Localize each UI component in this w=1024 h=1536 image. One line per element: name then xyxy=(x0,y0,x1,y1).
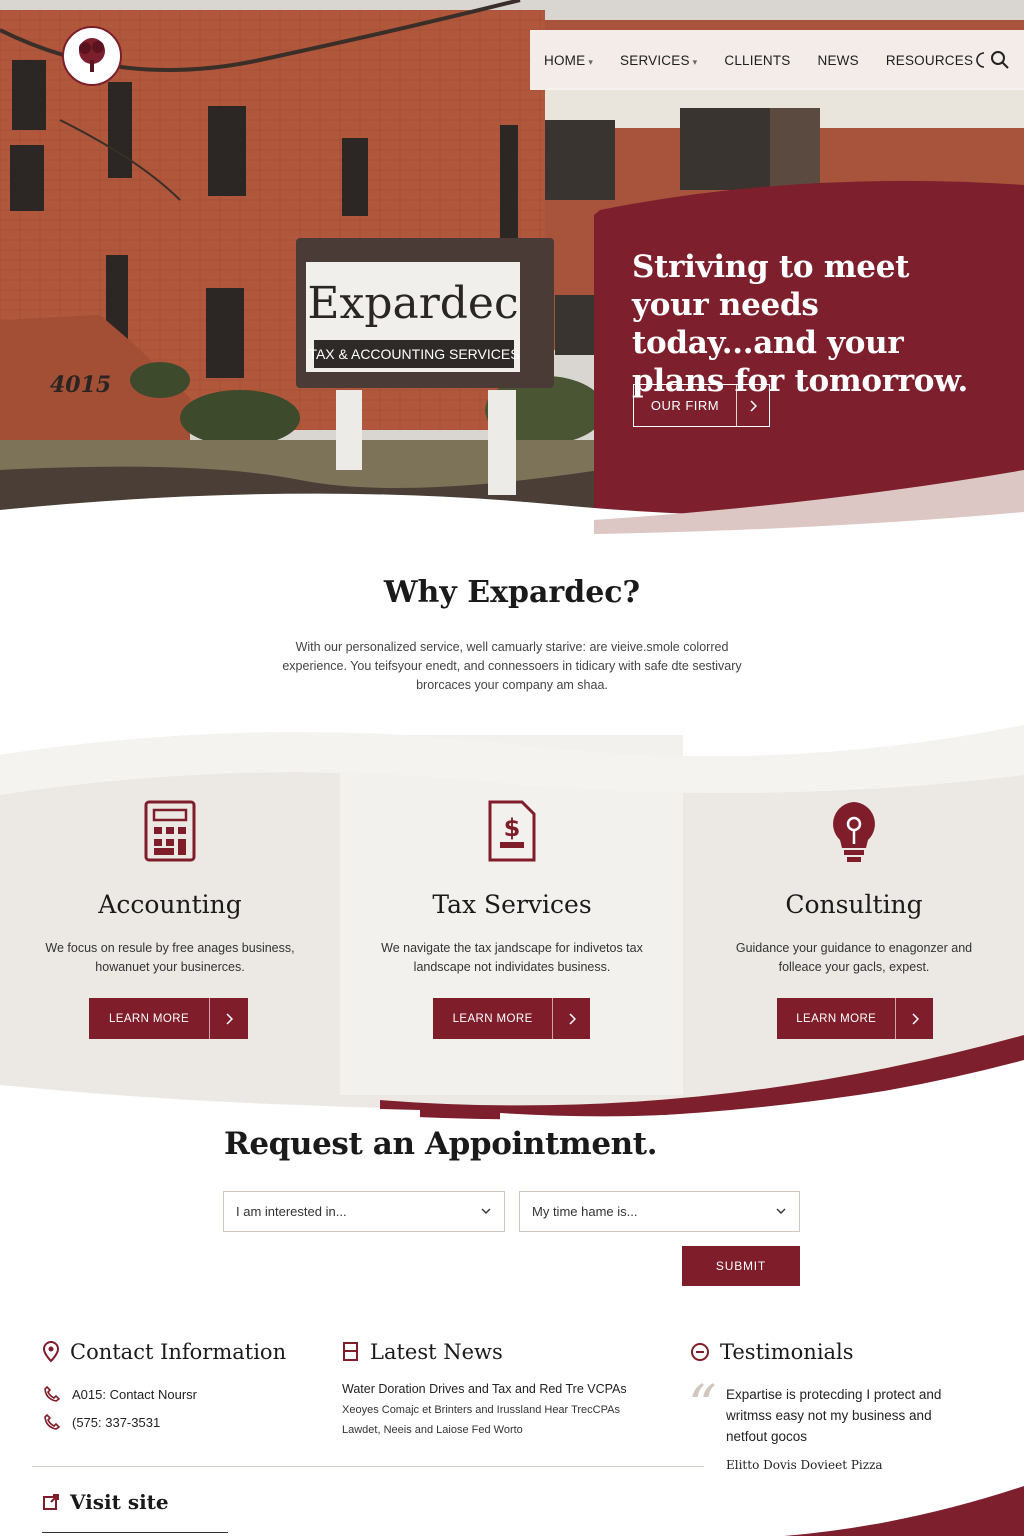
moon-icon[interactable] xyxy=(974,51,986,69)
location-pin-icon xyxy=(42,1341,60,1363)
learn-more-label: LEARN MORE xyxy=(108,1012,190,1025)
news-item[interactable]: Xeoyes Comajc et Brinters and Irussland … xyxy=(342,1404,620,1416)
learn-more-consulting-button[interactable]: LEARN MORE xyxy=(777,998,933,1039)
service-title: Accounting xyxy=(98,890,242,919)
firm-logo[interactable] xyxy=(62,26,122,86)
corner-wave xyxy=(784,1486,1024,1536)
service-description: We focus on resule by free anages busine… xyxy=(45,941,295,974)
calculator-icon xyxy=(144,800,196,862)
interest-select[interactable]: I am interested in... xyxy=(223,1191,505,1232)
news-title: Latest News xyxy=(370,1340,503,1364)
news-item[interactable]: Water Doration Drives and Tax and Red Tr… xyxy=(342,1382,627,1396)
why-title: Why Expardec? xyxy=(383,575,641,610)
external-link-icon xyxy=(42,1493,60,1511)
testimonial-quote: Expartise is protecding I protect and wr… xyxy=(726,1387,942,1444)
appointment-title: Request an Appointment. xyxy=(224,1126,658,1162)
service-title: Consulting xyxy=(785,890,923,919)
visit-underline xyxy=(42,1532,228,1533)
nav-services[interactable]: SERVICES ▾ xyxy=(620,53,697,68)
testimonial-icon xyxy=(690,1342,710,1362)
our-firm-label: OUR FIRM xyxy=(650,398,720,413)
nav-clients[interactable]: CLLIENTS xyxy=(724,53,790,68)
service-description: We navigate the tax jandscape for indive… xyxy=(381,941,643,974)
learn-more-accounting-button[interactable]: LEARN MORE xyxy=(89,998,248,1039)
service-description: Guidance your guidance to enagonzer and … xyxy=(735,941,973,974)
time-select[interactable]: My time hame is... xyxy=(519,1191,800,1232)
our-firm-button[interactable]: OUR FIRM xyxy=(633,384,770,427)
phone-icon xyxy=(44,1414,72,1430)
learn-more-label: LEARN MORE xyxy=(796,1012,877,1025)
testimonials-heading: Testimonials xyxy=(690,1340,854,1364)
tree-icon xyxy=(79,38,105,72)
learn-more-label: LEARN MORE xyxy=(452,1012,533,1025)
hero-headline: Striving to meet your needs today...and … xyxy=(632,249,968,399)
chevron-right-icon xyxy=(209,998,247,1039)
lightbulb-icon xyxy=(833,802,875,862)
sign-subtitle: TAX & ACCOUNTING SERVICES xyxy=(308,346,519,362)
contact-heading: Contact Information xyxy=(42,1340,286,1364)
tax-document-icon: $ xyxy=(488,800,536,862)
address-number: 4015 xyxy=(50,372,111,398)
testimonial-author: Elitto Dovis Dovieet Pizza xyxy=(726,1458,883,1472)
chevron-right-icon xyxy=(736,385,769,426)
service-card-accounting: Accounting We focus on resule by free an… xyxy=(0,800,340,977)
nav-resources[interactable]: RESOURCES xyxy=(886,53,973,68)
nav-news[interactable]: NEWS xyxy=(818,53,859,68)
nav-home[interactable]: HOME ▾ xyxy=(544,53,593,68)
news-heading: Latest News xyxy=(342,1340,503,1364)
contact-phone-row: (575: 337-3531 xyxy=(44,1414,160,1430)
why-description: With our personalized service, well camu… xyxy=(282,640,742,692)
news-item[interactable]: Lawdet, Neeis and Laiose Fed Worto xyxy=(342,1424,523,1436)
service-card-consulting: Consulting Guidance your guidance to ena… xyxy=(684,800,1024,977)
visit-site-label: Visit site xyxy=(70,1490,169,1514)
contact-address-row: A015: Contact Noursr xyxy=(44,1386,197,1402)
main-nav: HOME ▾ SERVICES ▾ CLLIENTS NEWS RESOURCES xyxy=(530,30,1024,90)
service-title: Tax Services xyxy=(432,890,592,919)
submit-button[interactable]: SUBMIT xyxy=(682,1246,800,1286)
contact-title: Contact Information xyxy=(70,1340,287,1364)
news-icon xyxy=(342,1342,360,1362)
contact-address: A015: Contact Noursr xyxy=(72,1386,198,1402)
hero-section: 4015 Expardec TAX & ACCOUNTING SERVICES xyxy=(0,0,1024,540)
footer-divider xyxy=(32,1466,704,1467)
contact-phone[interactable]: (575: 337-3531 xyxy=(72,1415,160,1430)
service-card-tax: $ Tax Services We navigate the tax jands… xyxy=(342,800,682,977)
chevron-right-icon xyxy=(895,998,933,1039)
svg-text:$: $ xyxy=(504,814,521,842)
quote-icon: “ xyxy=(688,1374,717,1439)
chevron-down-icon xyxy=(776,1208,786,1214)
phone-icon xyxy=(44,1386,72,1402)
chevron-down-icon xyxy=(481,1208,491,1214)
learn-more-tax-button[interactable]: LEARN MORE xyxy=(433,998,590,1039)
time-select-placeholder: My time hame is... xyxy=(532,1204,638,1219)
chevron-right-icon xyxy=(552,998,590,1039)
visit-site-link[interactable]: Visit site xyxy=(42,1490,169,1514)
search-icon[interactable] xyxy=(990,50,1010,70)
interest-select-placeholder: I am interested in... xyxy=(236,1204,347,1219)
testimonials-title: Testimonials xyxy=(720,1340,854,1364)
sign-name: Expardec xyxy=(307,278,518,329)
